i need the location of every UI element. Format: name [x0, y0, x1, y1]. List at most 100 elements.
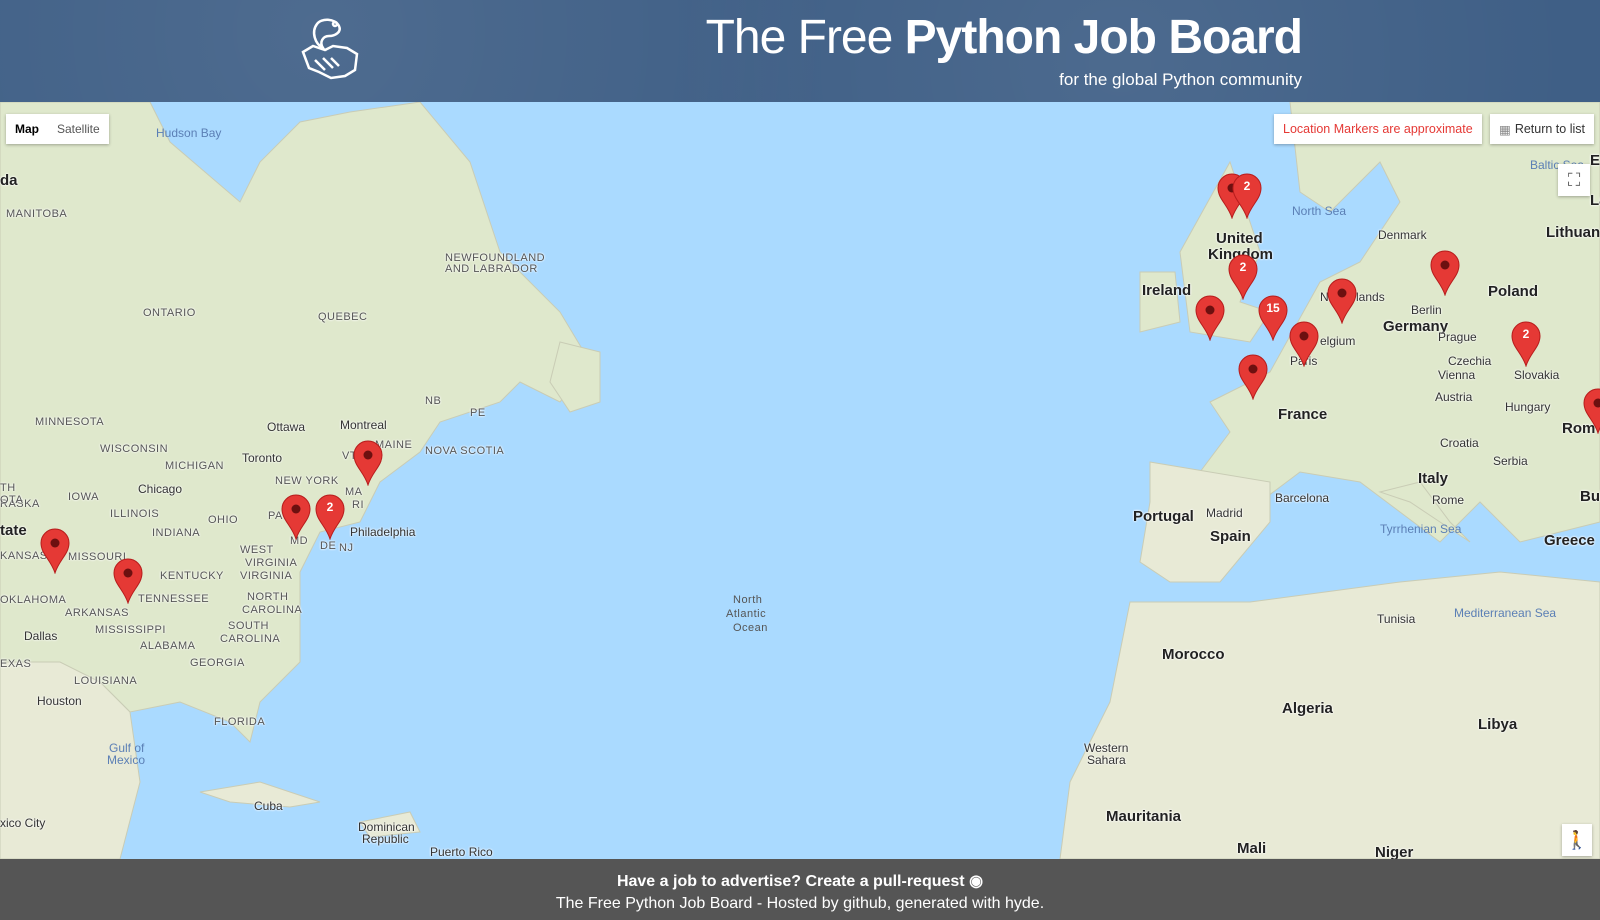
job-marker[interactable]: 2 [315, 494, 345, 541]
footer-credit: The Free Python Job Board - Hosted by gi… [555, 895, 1045, 912]
map-label: WISCONSIN [100, 443, 169, 455]
page-subtitle: for the global Python community [1059, 70, 1302, 89]
job-marker[interactable] [281, 494, 311, 541]
map-label: Dallas [24, 629, 58, 643]
job-marker[interactable]: 2 [1511, 321, 1541, 368]
map-label: VIRGINIA [240, 570, 293, 582]
map-label: SOUTH [228, 620, 269, 632]
map-label: RI [352, 499, 364, 511]
map-label: NORTH [247, 591, 289, 603]
map-type-satellite-button[interactable]: Satellite [48, 114, 109, 144]
map-label: Tyrrhenian Sea [1380, 522, 1462, 536]
map-label: MISSISSIPPI [95, 624, 166, 636]
map-type-map-button[interactable]: Map [6, 114, 48, 144]
fullscreen-icon[interactable]: ⛶ [1558, 164, 1590, 196]
map-label: MICHIGAN [165, 460, 224, 472]
map-label: NOVA SCOTIA [425, 445, 505, 457]
map-label: Mali [1237, 840, 1267, 857]
map-label: Serbia [1493, 454, 1528, 468]
map-label: North Sea [1292, 204, 1347, 218]
map-label: Spain [1210, 528, 1251, 545]
map-label: Montreal [340, 418, 387, 432]
map-pin-icon [113, 558, 143, 605]
map-label: DE [320, 540, 337, 552]
title-light: The Free [705, 11, 905, 64]
map-label: Barcelona [1275, 491, 1330, 505]
cta-text: Have a job to advertise? Create a pull-r… [616, 873, 965, 890]
job-marker[interactable] [353, 440, 383, 487]
map-label: Republic [362, 832, 409, 846]
list-icon: ▦ [1499, 122, 1511, 137]
job-marker[interactable]: 2 [1228, 254, 1258, 301]
map-label: MA [345, 486, 363, 498]
map-label: MINNESOTA [35, 416, 105, 428]
map-label: IOWA [68, 491, 99, 503]
job-marker[interactable] [1583, 388, 1600, 435]
map-pin-icon [40, 528, 70, 575]
map-label: La [1590, 192, 1600, 209]
map-label: OTA [0, 494, 24, 506]
map-type-control: Map Satellite [6, 114, 109, 144]
job-marker[interactable]: 2 [1232, 173, 1262, 220]
map-label: MANITOBA [6, 208, 68, 220]
map-label: Portugal [1133, 508, 1194, 525]
map-label: North [733, 594, 763, 606]
map-label: Rome [1432, 493, 1465, 507]
map-label: GEORGIA [190, 657, 245, 669]
map-label: NJ [339, 542, 354, 554]
job-marker[interactable] [113, 558, 143, 605]
job-marker[interactable] [1195, 295, 1225, 342]
map-label: Hungary [1505, 400, 1551, 414]
map-label: Houston [37, 694, 82, 708]
map-label: EXAS [0, 658, 32, 670]
map-label: Cuba [254, 799, 283, 813]
map-label: Bulg [1580, 488, 1600, 505]
map-label: AND LABRADOR [445, 263, 538, 275]
map-label: OHIO [208, 514, 239, 526]
github-octocat-icon: ◉ [969, 873, 984, 890]
handshake-python-icon[interactable] [295, 14, 365, 84]
create-pull-request-link[interactable]: Have a job to advertise? Create a pull-r… [617, 873, 983, 890]
map-label: LOUISIANA [74, 675, 138, 687]
map-pin-icon [353, 440, 383, 487]
job-map[interactable]: Hudson Bay da MANITOBA ONTARIO QUEBEC NEWFOUN… [0, 102, 1600, 859]
job-marker[interactable] [1327, 278, 1357, 325]
return-to-list-button[interactable]: ▦ Return to list [1490, 114, 1594, 144]
map-label: VIRGINIA [245, 557, 298, 569]
map-label: da [0, 172, 18, 189]
map-label: Austria [1435, 390, 1473, 404]
map-label: TH [0, 482, 16, 494]
job-marker[interactable] [40, 528, 70, 575]
map-label: PE [470, 407, 486, 419]
map-label: Ocean [733, 622, 768, 634]
map-label: Sahara [1087, 753, 1126, 767]
marker-count: 2 [1243, 179, 1251, 193]
map-label: xico City [0, 816, 46, 830]
map-label: TENNESSEE [138, 593, 210, 605]
job-marker[interactable] [1238, 354, 1268, 401]
map-label: tate [0, 522, 27, 539]
map-pin-icon [1583, 388, 1600, 435]
map-label: Prague [1438, 330, 1477, 344]
map-label: Chicago [138, 482, 183, 496]
map-label: ALABAMA [140, 640, 196, 652]
site-footer: Have a job to advertise? Create a pull-r… [0, 859, 1600, 920]
map-label: Puerto Rico [430, 845, 493, 859]
job-marker[interactable] [1430, 250, 1460, 297]
map-label: Mexico [107, 753, 146, 767]
job-marker[interactable]: 15 [1258, 295, 1288, 342]
map-label: Philadelphia [350, 525, 416, 539]
map-label: Atlantic [726, 608, 767, 620]
map-label: Ireland [1142, 282, 1192, 299]
map-label: Libya [1478, 716, 1518, 733]
map-label: France [1278, 406, 1328, 423]
map-pin-icon [1430, 250, 1460, 297]
pegman-icon[interactable]: 🚶 [1562, 824, 1592, 856]
marker-count: 2 [326, 500, 334, 514]
page-title: The Free Python Job Board [705, 10, 1303, 65]
map-label: Ottawa [267, 420, 306, 434]
map-label: CAROLINA [242, 604, 303, 616]
job-marker[interactable] [1289, 321, 1319, 368]
map-label: ILLINOIS [110, 508, 160, 520]
map-label: Denmark [1378, 228, 1427, 242]
